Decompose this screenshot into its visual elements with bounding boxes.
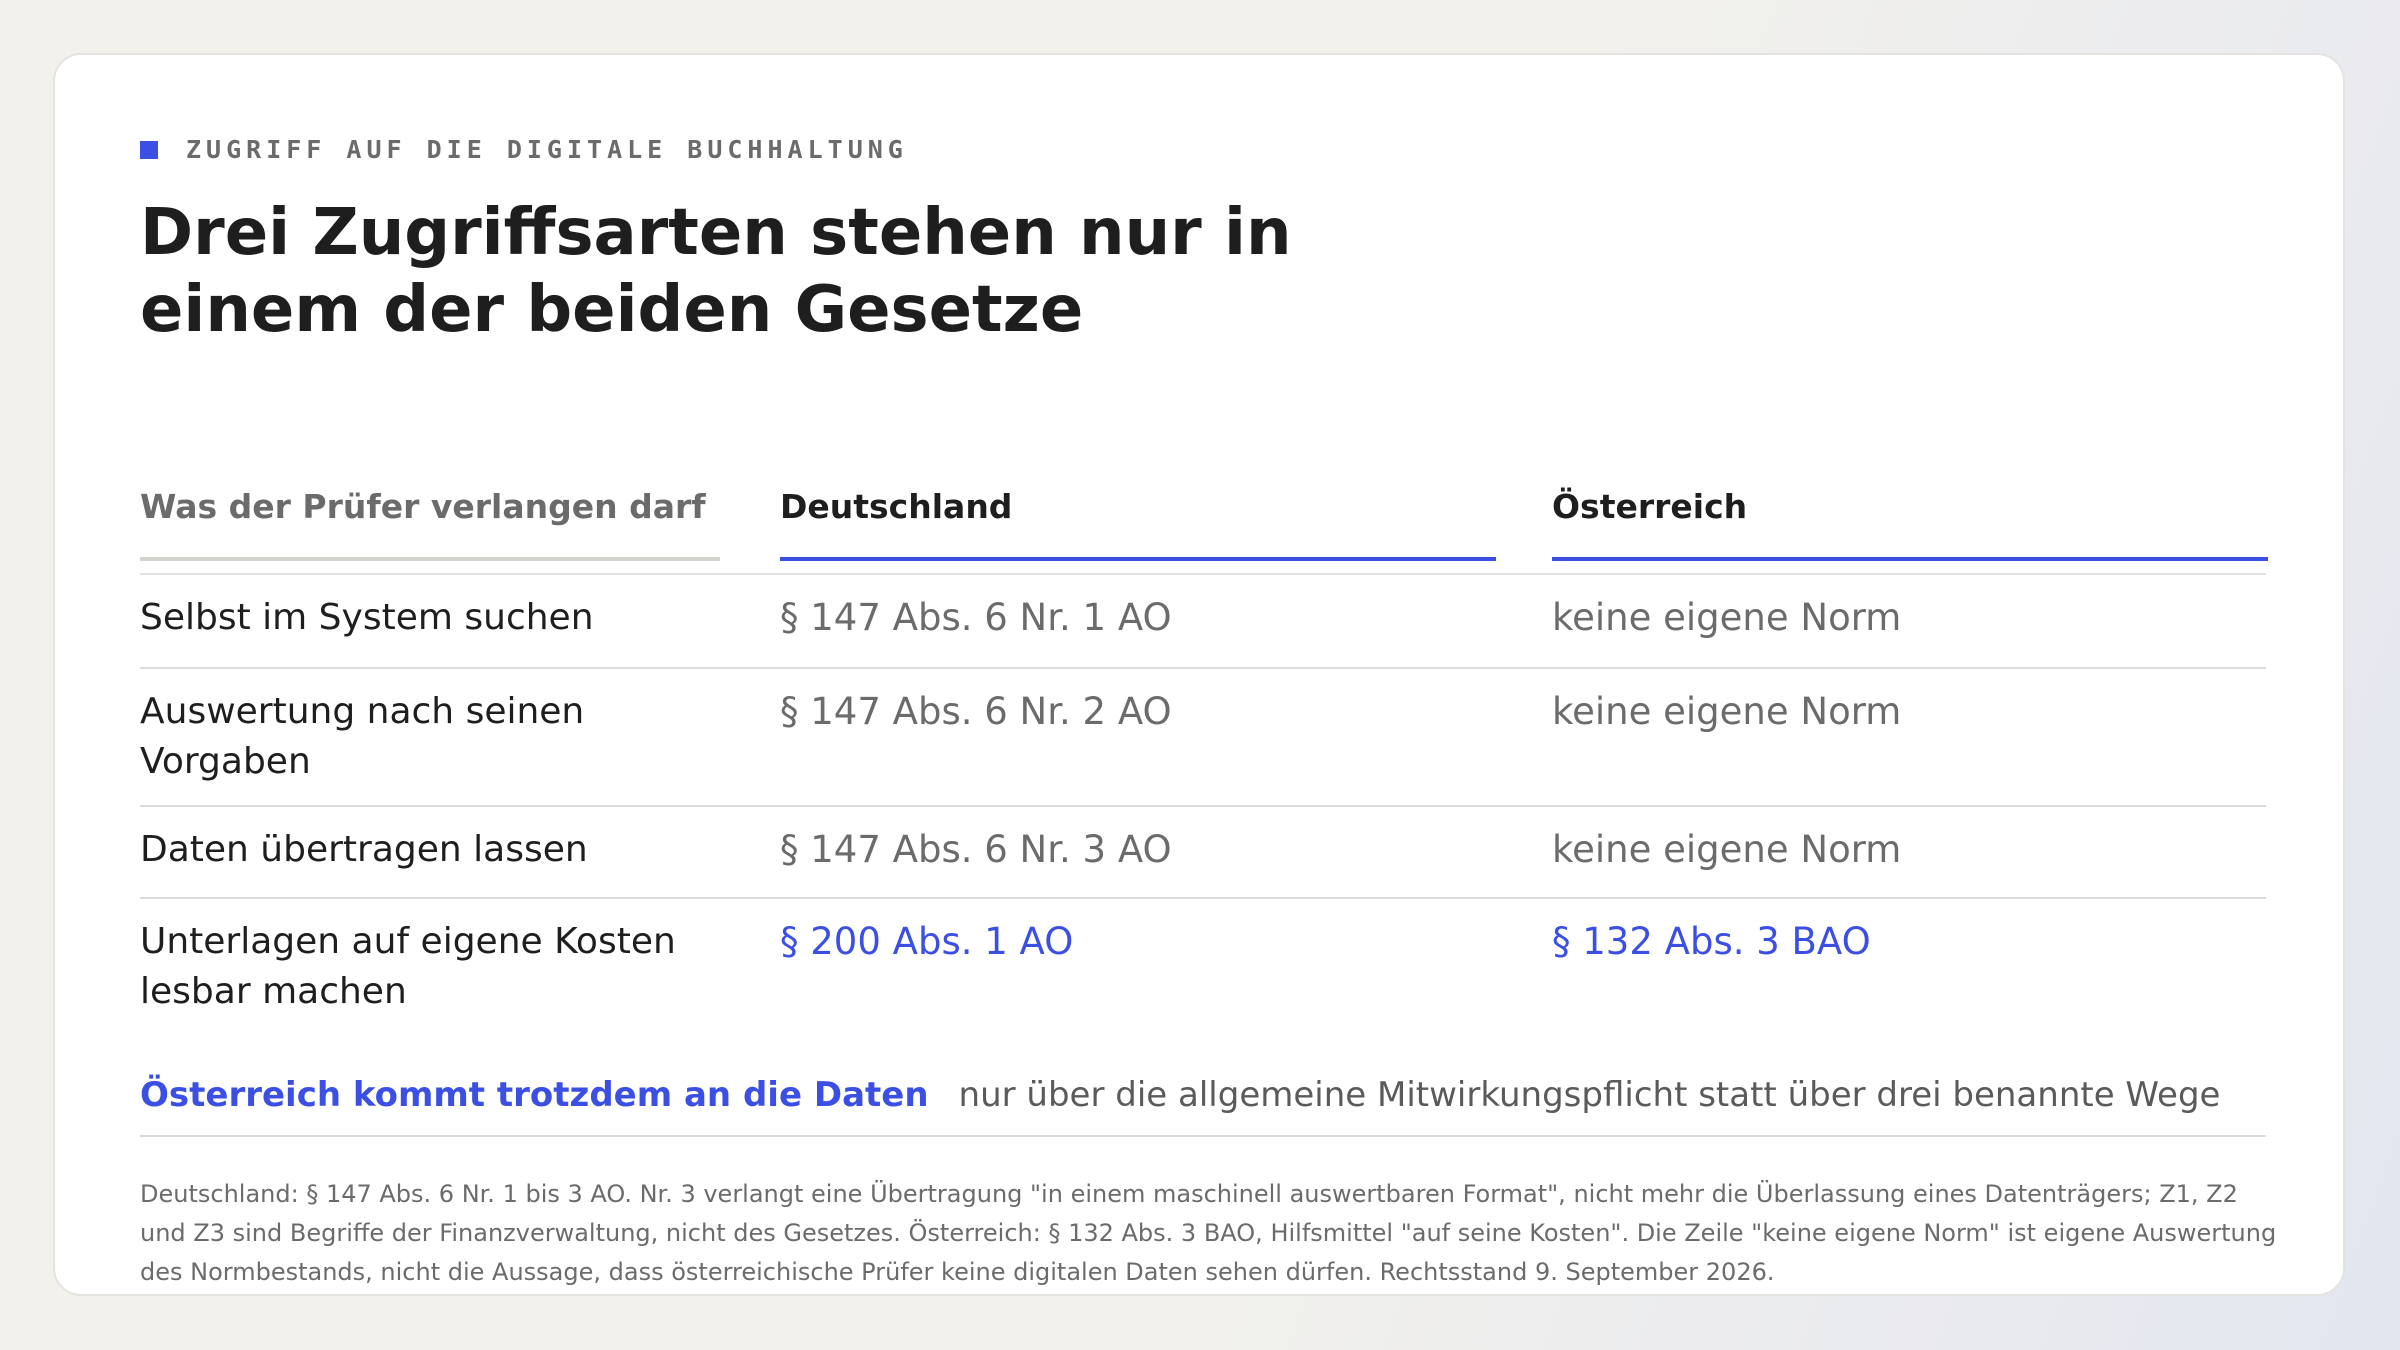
content-card: ZUGRIFF AUF DIE DIGITALE BUCHHALTUNG Dre…: [53, 53, 2345, 1296]
page-title: Drei Zugriffsarten stehen nur in einem d…: [140, 196, 1292, 347]
austria-norm: keine eigene Norm: [1552, 596, 1902, 639]
callout-text: nur über die allgemeine Mitwirkungspflic…: [958, 1075, 2221, 1115]
row-label: Unterlagen auf eigene Kosten lesbar mach…: [140, 921, 676, 1012]
eyebrow-label: ZUGRIFF AUF DIE DIGITALE BUCHHALTUNG: [186, 135, 908, 164]
germany-norm: § 147 Abs. 6 Nr. 3 AO: [780, 828, 1172, 871]
comparison-table: Selbst im System suchen § 147 Abs. 6 Nr.…: [140, 575, 2266, 1017]
column-header-germany: Deutschland: [780, 465, 1496, 561]
eyebrow: ZUGRIFF AUF DIE DIGITALE BUCHHALTUNG: [140, 135, 908, 164]
austria-norm: keine eigene Norm: [1552, 828, 1902, 871]
row-label: Selbst im System suchen: [140, 597, 594, 638]
table-row: Daten übertragen lassen § 147 Abs. 6 Nr.…: [140, 807, 2266, 899]
germany-norm: § 147 Abs. 6 Nr. 1 AO: [780, 596, 1172, 639]
column-header-austria: Österreich: [1552, 465, 2268, 561]
austria-norm: § 132 Abs. 3 BAO: [1552, 920, 1871, 963]
germany-norm: § 200 Abs. 1 AO: [780, 920, 1074, 963]
row-label: Auswertung nach seinen Vorgaben: [140, 691, 585, 782]
austria-norm: keine eigene Norm: [1552, 690, 1902, 733]
table-row: Unterlagen auf eigene Kosten lesbar mach…: [140, 899, 2266, 1017]
germany-norm: § 147 Abs. 6 Nr. 2 AO: [780, 690, 1172, 733]
source-note: Deutschland: § 147 Abs. 6 Nr. 1 bis 3 AO…: [140, 1180, 2277, 1286]
table-row: Selbst im System suchen § 147 Abs. 6 Nr.…: [140, 575, 2266, 669]
row-label: Daten übertragen lassen: [140, 829, 588, 870]
column-header-requirement: Was der Prüfer verlangen darf: [140, 465, 720, 561]
callout-heading: Österreich kommt trotzdem an die Daten: [140, 1075, 929, 1115]
table-header: Was der Prüfer verlangen darf Deutschlan…: [140, 465, 2268, 565]
callout: Österreich kommt trotzdem an die Daten n…: [140, 1075, 2266, 1137]
eyebrow-marker: [140, 140, 158, 159]
table-row: Auswertung nach seinen Vorgaben § 147 Ab…: [140, 669, 2266, 807]
